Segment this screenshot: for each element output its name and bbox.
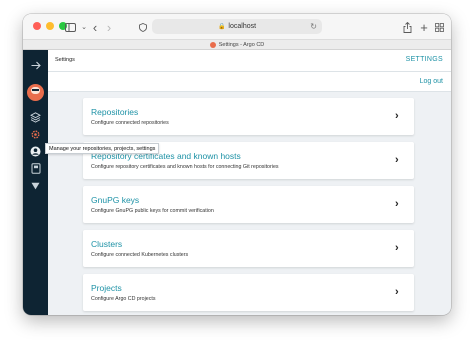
documentation-icon[interactable]: [29, 162, 42, 175]
sidebar: [23, 50, 48, 315]
action-bar: Log out: [48, 72, 451, 92]
forward-icon[interactable]: ›: [102, 20, 116, 34]
expand-sidebar-icon[interactable]: [29, 59, 42, 72]
card-description: Configure repository certificates and kn…: [91, 164, 279, 170]
card-description: Configure Argo CD projects: [91, 296, 156, 302]
applications-icon[interactable]: [29, 111, 42, 124]
card-title: GnuPG keys: [91, 195, 140, 205]
card-description: Configure connected Kubernetes clusters: [91, 252, 189, 258]
settings-card-clusters[interactable]: Clusters Configure connected Kubernetes …: [83, 230, 414, 267]
filter-icon[interactable]: [29, 179, 42, 192]
privacy-shield-icon[interactable]: [136, 20, 150, 34]
address-bar-url: localhost: [228, 23, 257, 30]
tab-bar: Settings - Argo CD: [23, 39, 451, 50]
top-bar: Settings SETTINGS: [48, 50, 451, 72]
reload-icon[interactable]: ↻: [310, 22, 317, 31]
address-bar[interactable]: 🔒 localhost ↻: [152, 19, 322, 34]
chevron-right-icon: ›: [395, 286, 399, 298]
argo-favicon-icon: [209, 41, 216, 48]
card-title: Repositories: [91, 107, 139, 117]
card-title: Projects: [91, 283, 122, 293]
chevron-right-icon: ›: [395, 198, 399, 210]
argo-logo[interactable]: [27, 84, 44, 101]
argo-app: Manage your repositories, projects, sett…: [23, 50, 451, 315]
sidebar-toggle-icon[interactable]: [63, 20, 77, 34]
settings-tooltip: Manage your repositories, projects, sett…: [45, 143, 160, 154]
browser-window: ⌄ ‹ › 🔒 localhost ↻ + Settings - Argo CD: [23, 14, 451, 315]
share-icon[interactable]: [400, 20, 414, 34]
user-icon[interactable]: [29, 145, 42, 158]
card-title: Clusters: [91, 239, 123, 249]
settings-gear-icon[interactable]: [29, 128, 42, 141]
new-tab-icon[interactable]: +: [417, 20, 431, 34]
tab-title[interactable]: Settings - Argo CD: [219, 42, 265, 48]
page-title: SETTINGS: [405, 56, 443, 63]
logout-link[interactable]: Log out: [420, 78, 443, 85]
browser-titlebar: ⌄ ‹ › 🔒 localhost ↻ +: [23, 14, 451, 39]
settings-card-projects[interactable]: Projects Configure Argo CD projects ›: [83, 274, 414, 311]
chevron-right-icon: ›: [395, 242, 399, 254]
chevron-right-icon: ›: [395, 154, 399, 166]
breadcrumb: Settings: [55, 57, 75, 63]
chevron-right-icon: ›: [395, 110, 399, 122]
tab-overview-icon[interactable]: [432, 20, 446, 34]
settings-card-gnupg-keys[interactable]: GnuPG keys Configure GnuPG public keys f…: [83, 186, 414, 223]
settings-card-repositories[interactable]: Repositories Configure connected reposit…: [83, 98, 414, 135]
card-description: Configure GnuPG public keys for commit v…: [91, 208, 214, 214]
lock-icon: 🔒: [217, 24, 226, 30]
back-icon[interactable]: ‹: [88, 20, 102, 34]
card-description: Configure connected repositories: [91, 120, 169, 126]
window-controls: [33, 22, 67, 30]
close-window-button[interactable]: [33, 22, 41, 30]
minimize-window-button[interactable]: [46, 22, 54, 30]
